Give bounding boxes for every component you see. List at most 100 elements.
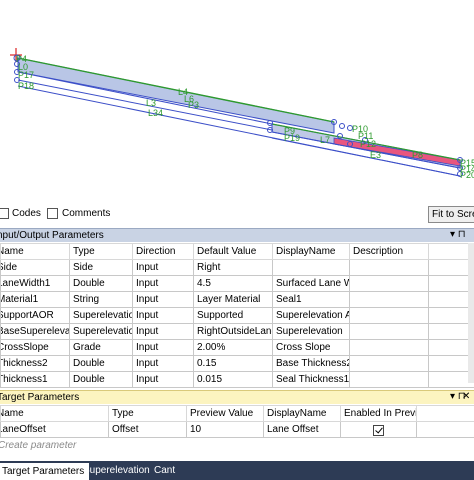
- table-cell[interactable]: [349, 371, 429, 388]
- geometry-preview: P4 L0 P17 P18 L4 L6 P3 L3 L34 P9 P19 P10…: [10, 48, 474, 180]
- table-cell[interactable]: Supported: [193, 307, 273, 324]
- comments-checkbox[interactable]: [47, 208, 58, 219]
- io-grid-header-row: NameTypeDirectionDefault ValueDisplayNam…: [0, 243, 474, 260]
- create-parameter-placeholder: Create parameter: [0, 440, 77, 451]
- table-cell[interactable]: Double: [69, 355, 133, 372]
- table-row[interactable]: BaseSuperelevationSuperelevationInputRig…: [0, 323, 474, 340]
- column-header[interactable]: Preview Value: [186, 405, 264, 422]
- table-cell[interactable]: Input: [132, 355, 194, 372]
- table-cell[interactable]: Double: [69, 275, 133, 292]
- table-cell[interactable]: Lane Offset: [263, 421, 341, 438]
- table-cell[interactable]: Input: [132, 259, 194, 276]
- table-cell[interactable]: Side: [69, 259, 133, 276]
- table-cell[interactable]: Superelevation: [69, 307, 133, 324]
- table-cell-filler: [416, 421, 474, 438]
- label-l34: L34: [148, 108, 163, 118]
- column-header[interactable]: Description: [349, 243, 429, 260]
- table-cell[interactable]: SupportAOR: [0, 307, 70, 324]
- target-parameters-header: Target Parameters ▾ ⊓ ✕: [0, 390, 474, 404]
- table-cell[interactable]: Grade: [69, 339, 133, 356]
- table-cell[interactable]: RightOutsideLane: [193, 323, 273, 340]
- table-cell[interactable]: Layer Material: [193, 291, 273, 308]
- column-header-filler: [416, 405, 474, 422]
- checkbox-checked-icon[interactable]: [373, 424, 384, 436]
- table-cell[interactable]: [349, 355, 429, 372]
- table-cell[interactable]: Superelevation: [272, 323, 350, 340]
- table-cell[interactable]: Thickness2: [0, 355, 70, 372]
- table-cell[interactable]: 0.015: [193, 371, 273, 388]
- table-row[interactable]: SupportAORSuperelevationInputSupportedSu…: [0, 307, 474, 324]
- table-cell[interactable]: [349, 323, 429, 340]
- table-row[interactable]: LaneOffset Offset 10 Lane Offset: [0, 421, 474, 438]
- label-l3: L3: [146, 98, 156, 108]
- table-cell[interactable]: Input: [132, 323, 194, 340]
- label-e3: E3: [370, 150, 381, 160]
- table-cell[interactable]: Seal Thickness1: [272, 371, 350, 388]
- column-header[interactable]: Type: [69, 243, 133, 260]
- table-cell[interactable]: Material1: [0, 291, 70, 308]
- table-cell[interactable]: 0.15: [193, 355, 273, 372]
- bottom-tab-bar: Target Parameters Superelevation Cant: [0, 461, 474, 480]
- table-cell[interactable]: 2.00%: [193, 339, 273, 356]
- codes-checkbox[interactable]: [0, 208, 9, 219]
- column-header[interactable]: Name: [0, 405, 109, 422]
- table-cell[interactable]: [349, 275, 429, 292]
- table-cell[interactable]: LaneWidth1: [0, 275, 70, 292]
- table-cell[interactable]: Thickness1: [0, 371, 70, 388]
- table-cell[interactable]: [349, 307, 429, 324]
- column-header[interactable]: Name: [0, 243, 70, 260]
- table-cell[interactable]: Superelevation Ax: [272, 307, 350, 324]
- table-row[interactable]: Material1 String Input Layer Material Seal1: [0, 291, 474, 308]
- close-icon[interactable]: ✕: [462, 391, 470, 402]
- table-row[interactable]: Thickness1 Double Input 0.015 Seal Thickness…: [0, 371, 474, 388]
- table-cell[interactable]: Side: [0, 259, 70, 276]
- table-cell[interactable]: Right: [193, 259, 273, 276]
- table-cell[interactable]: Input: [132, 339, 194, 356]
- table-cell[interactable]: Input: [132, 371, 194, 388]
- table-cell[interactable]: Cross Slope: [272, 339, 350, 356]
- panel-pin-icon[interactable]: ▾ ⊓: [450, 229, 466, 240]
- column-header[interactable]: Direction: [132, 243, 194, 260]
- table-cell[interactable]: [349, 339, 429, 356]
- table-cell[interactable]: Superelevation: [69, 323, 133, 340]
- table-cell[interactable]: Base Thickness2: [272, 355, 350, 372]
- preview-options: Codes Comments Fit to Scre: [0, 203, 474, 225]
- table-cell[interactable]: Surfaced Lane Wic: [272, 275, 350, 292]
- table-cell[interactable]: Input: [132, 291, 194, 308]
- label-p19: P19: [284, 133, 300, 143]
- table-cell[interactable]: [349, 291, 429, 308]
- tab-superelevation[interactable]: Superelevation: [78, 461, 155, 480]
- table-cell[interactable]: Double: [69, 371, 133, 388]
- table-cell[interactable]: Input: [132, 307, 194, 324]
- column-header[interactable]: DisplayName: [263, 405, 341, 422]
- table-cell[interactable]: BaseSuperelevation: [0, 323, 70, 340]
- column-header[interactable]: DisplayName: [272, 243, 350, 260]
- table-cell[interactable]: CrossSlope: [0, 339, 70, 356]
- table-row[interactable]: CrossSlope Grade Input 2.00% Cross Slope: [0, 339, 474, 356]
- table-cell[interactable]: Input: [132, 275, 194, 292]
- table-cell[interactable]: Offset: [108, 421, 187, 438]
- table-cell[interactable]: [272, 259, 350, 276]
- table-cell[interactable]: 4.5: [193, 275, 273, 292]
- table-cell[interactable]: [349, 259, 429, 276]
- column-header[interactable]: Type: [108, 405, 187, 422]
- table-cell[interactable]: String: [69, 291, 133, 308]
- table-cell[interactable]: 10: [186, 421, 264, 438]
- tab-target-parameters[interactable]: Target Parameters: [0, 461, 90, 480]
- table-cell[interactable]: Seal1: [272, 291, 350, 308]
- tab-cant[interactable]: Cant: [149, 461, 180, 480]
- preview-canvas[interactable]: P4 L0 P17 P18 L4 L6 P3 L3 L34 P9 P19 P10…: [0, 0, 474, 203]
- table-row[interactable]: Thickness2 Double Input 0.15 Base Thickness2: [0, 355, 474, 372]
- fit-to-screen-button[interactable]: Fit to Scre: [428, 206, 474, 223]
- create-parameter-row[interactable]: Create parameter: [0, 438, 474, 454]
- table-cell[interactable]: LaneOffset: [0, 421, 109, 438]
- io-grid-scrollbar[interactable]: [468, 243, 474, 383]
- column-header[interactable]: Enabled In Previe: [340, 405, 417, 422]
- enabled-in-preview-cell[interactable]: [340, 421, 417, 438]
- column-header[interactable]: Default Value: [193, 243, 273, 260]
- table-row[interactable]: SideSideInputRight: [0, 259, 474, 276]
- table-row[interactable]: LaneWidth1DoubleInput4.5Surfaced Lane Wi…: [0, 275, 474, 292]
- io-parameters-grid: NameTypeDirectionDefault ValueDisplayNam…: [0, 243, 474, 388]
- io-parameters-header: nput/Output Parameters ▾ ⊓: [0, 228, 474, 242]
- label-p17: P17: [18, 70, 34, 80]
